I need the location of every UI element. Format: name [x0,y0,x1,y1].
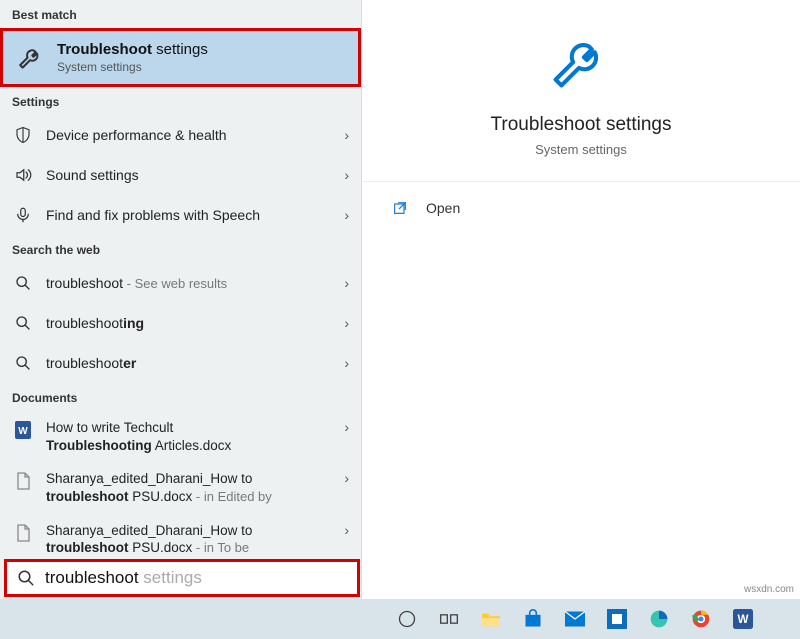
open-action[interactable]: Open [362,182,800,234]
cortana-icon[interactable] [390,604,424,634]
document-result-0[interactable]: W How to write Techcult Troubleshooting … [0,411,361,462]
settings-item-label: Find and fix problems with Speech [46,206,344,224]
file-explorer-icon[interactable] [474,604,508,634]
best-match-highlight: Troubleshoot settings System settings [0,28,361,87]
chevron-right-icon: › [344,167,349,183]
shield-icon [12,126,34,144]
app-icon[interactable] [600,604,634,634]
web-result-1[interactable]: troubleshooting › [0,303,361,343]
section-settings: Settings [0,87,361,115]
wrench-icon [15,42,47,74]
chrome-icon[interactable] [684,604,718,634]
chevron-right-icon: › [344,522,349,538]
document-label: How to write Techcult Troubleshooting Ar… [46,419,344,454]
search-results-panel: Best match Troubleshoot settings System … [0,0,362,600]
search-input[interactable]: troubleshoot settings [4,559,360,597]
speaker-icon [12,166,34,184]
chevron-right-icon: › [344,470,349,486]
word-icon[interactable]: W [726,604,760,634]
document-label: Sharanya_edited_Dharani_How to troublesh… [46,470,344,505]
preview-panel: Troubleshoot settings System settings Op… [362,0,800,600]
search-icon [12,275,34,291]
chevron-right-icon: › [344,355,349,371]
chevron-right-icon: › [344,419,349,435]
preview-title: Troubleshoot settings [372,114,790,136]
preview-subtitle: System settings [372,142,790,157]
word-icon: W [12,421,34,439]
search-icon [17,569,35,587]
chevron-right-icon: › [344,207,349,223]
edge-icon[interactable] [642,604,676,634]
search-icon [12,355,34,371]
document-label: Sharanya_edited_Dharani_How to troublesh… [46,522,344,557]
settings-item-device-performance[interactable]: Device performance & health › [0,115,361,155]
document-result-1[interactable]: Sharanya_edited_Dharani_How to troublesh… [0,462,361,513]
microphone-icon [12,206,34,224]
settings-item-label: Device performance & health [46,126,344,144]
chevron-right-icon: › [344,275,349,291]
document-result-2[interactable]: Sharanya_edited_Dharani_How to troublesh… [0,514,361,565]
document-icon [12,472,34,490]
section-best-match: Best match [0,0,361,28]
chevron-right-icon: › [344,127,349,143]
watermark: wsxdn.com [744,584,794,595]
document-icon [12,524,34,542]
svg-text:W: W [737,613,748,626]
best-match-item[interactable]: Troubleshoot settings System settings [3,31,358,84]
web-result-0[interactable]: troubleshoot - See web results › [0,263,361,303]
taskbar: W [0,599,800,639]
wrench-icon [546,28,616,98]
settings-item-label: Sound settings [46,166,344,184]
best-match-text: Troubleshoot settings System settings [57,41,208,74]
open-label: Open [426,200,460,216]
web-result-label: troubleshoot - See web results [46,274,344,293]
mail-icon[interactable] [558,604,592,634]
chevron-right-icon: › [344,315,349,331]
open-icon [392,200,412,216]
search-typed-text: troubleshoot settings [45,568,202,588]
web-result-label: troubleshooting [46,314,344,332]
web-result-label: troubleshooter [46,354,344,372]
settings-item-sound[interactable]: Sound settings › [0,155,361,195]
section-documents: Documents [0,383,361,411]
search-icon [12,315,34,331]
task-view-icon[interactable] [432,604,466,634]
section-web: Search the web [0,235,361,263]
settings-item-speech[interactable]: Find and fix problems with Speech › [0,195,361,235]
svg-text:W: W [18,426,28,437]
store-icon[interactable] [516,604,550,634]
web-result-2[interactable]: troubleshooter › [0,343,361,383]
